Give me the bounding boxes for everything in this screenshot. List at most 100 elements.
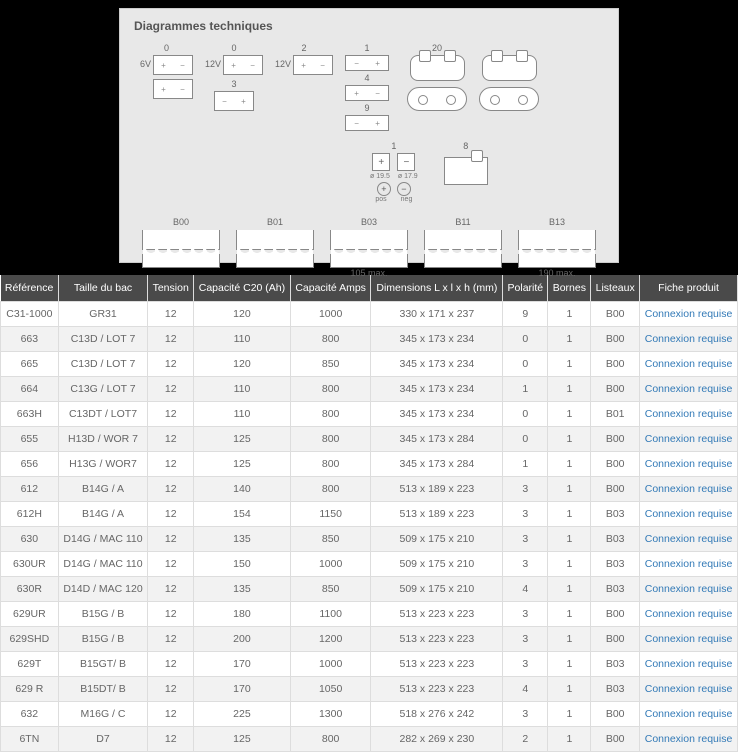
table-cell: 513 x 223 x 223 bbox=[371, 627, 503, 652]
product-sheet-cell: Connexion requise bbox=[640, 652, 738, 677]
table-cell: B03 bbox=[591, 577, 640, 602]
table-row: 612B14G / A12140800513 x 189 x 22331B00C… bbox=[1, 477, 738, 502]
table-cell: 630 bbox=[1, 527, 59, 552]
table-cell: 345 x 173 x 234 bbox=[371, 402, 503, 427]
diagram-row-bottom: B00 B01 B03 105 max. B11 B13 190 max. bbox=[134, 217, 604, 280]
table-cell: B00 bbox=[591, 452, 640, 477]
table-cell: 1100 bbox=[290, 602, 371, 627]
table-cell: 1000 bbox=[290, 302, 371, 327]
table-row: 629 RB15DT/ B121701050513 x 223 x 22341B… bbox=[1, 677, 738, 702]
login-required-link[interactable]: Connexion requise bbox=[645, 583, 733, 595]
table-cell: 12 bbox=[148, 377, 194, 402]
table-cell: 345 x 173 x 284 bbox=[371, 452, 503, 477]
table-cell: 518 x 276 x 242 bbox=[371, 702, 503, 727]
table-cell: 0 bbox=[503, 402, 548, 427]
plate-icon bbox=[407, 87, 467, 111]
table-cell: 200 bbox=[194, 627, 291, 652]
table-cell: 1 bbox=[548, 352, 591, 377]
login-required-link[interactable]: Connexion requise bbox=[645, 383, 733, 395]
table-cell: 1 bbox=[548, 327, 591, 352]
table-cell: 12 bbox=[148, 527, 194, 552]
table-cell: 12 bbox=[148, 702, 194, 727]
table-cell: 345 x 173 x 284 bbox=[371, 427, 503, 452]
table-cell: 110 bbox=[194, 377, 291, 402]
table-cell: 9 bbox=[503, 302, 548, 327]
login-required-link[interactable]: Connexion requise bbox=[645, 433, 733, 445]
table-row: 629TB15GT/ B121701000513 x 223 x 22331B0… bbox=[1, 652, 738, 677]
login-required-link[interactable]: Connexion requise bbox=[645, 683, 733, 695]
profile-b11: B11 bbox=[424, 217, 502, 280]
table-cell: 1200 bbox=[290, 627, 371, 652]
table-cell: 12 bbox=[148, 577, 194, 602]
table-cell: 12 bbox=[148, 652, 194, 677]
table-cell: 1 bbox=[548, 427, 591, 452]
table-cell: 800 bbox=[290, 727, 371, 752]
table-cell: 800 bbox=[290, 427, 371, 452]
table-cell: 663 bbox=[1, 327, 59, 352]
profile-b01: B01 bbox=[236, 217, 314, 280]
profile-b03: B03 105 max. bbox=[330, 217, 408, 280]
table-cell: 629 R bbox=[1, 677, 59, 702]
table-row: 612HB14G / A121541150513 x 189 x 22331B0… bbox=[1, 502, 738, 527]
column-header: Fiche produit bbox=[640, 275, 738, 302]
table-cell: B03 bbox=[591, 552, 640, 577]
table-cell: B03 bbox=[591, 677, 640, 702]
table-row: 663HC13DT / LOT712110800345 x 173 x 2340… bbox=[1, 402, 738, 427]
table-cell: D7 bbox=[58, 727, 148, 752]
table-cell: 12 bbox=[148, 452, 194, 477]
table-cell: 4 bbox=[503, 577, 548, 602]
login-required-link[interactable]: Connexion requise bbox=[645, 308, 733, 320]
login-required-link[interactable]: Connexion requise bbox=[645, 333, 733, 345]
table-cell: 1 bbox=[548, 402, 591, 427]
login-required-link[interactable]: Connexion requise bbox=[645, 633, 733, 645]
table-cell: B00 bbox=[591, 702, 640, 727]
login-required-link[interactable]: Connexion requise bbox=[645, 483, 733, 495]
table-cell: 1000 bbox=[290, 552, 371, 577]
product-sheet-cell: Connexion requise bbox=[640, 477, 738, 502]
diagram-cell: 0 12V +− 3 −+ bbox=[205, 43, 263, 131]
table-cell: 612 bbox=[1, 477, 59, 502]
table-cell: 1 bbox=[548, 552, 591, 577]
table-cell: 509 x 175 x 210 bbox=[371, 552, 503, 577]
table-cell: B00 bbox=[591, 377, 640, 402]
diagram-row-top: 0 6V +− 6V +− 0 12V +− 3 −+ 2 12V +− bbox=[134, 41, 604, 133]
table-cell: 1 bbox=[548, 702, 591, 727]
table-cell: B15DT/ B bbox=[58, 677, 148, 702]
login-required-link[interactable]: Connexion requise bbox=[645, 508, 733, 520]
table-cell: 612H bbox=[1, 502, 59, 527]
product-sheet-cell: Connexion requise bbox=[640, 452, 738, 477]
table-cell: 850 bbox=[290, 352, 371, 377]
table-row: 630D14G / MAC 11012135850509 x 175 x 210… bbox=[1, 527, 738, 552]
table-cell: 664 bbox=[1, 377, 59, 402]
product-sheet-cell: Connexion requise bbox=[640, 727, 738, 752]
login-required-link[interactable]: Connexion requise bbox=[645, 658, 733, 670]
table-cell: 125 bbox=[194, 452, 291, 477]
login-required-link[interactable]: Connexion requise bbox=[645, 358, 733, 370]
table-cell: 663H bbox=[1, 402, 59, 427]
login-required-link[interactable]: Connexion requise bbox=[645, 558, 733, 570]
table-cell: 1300 bbox=[290, 702, 371, 727]
login-required-link[interactable]: Connexion requise bbox=[645, 408, 733, 420]
table-cell: 12 bbox=[148, 602, 194, 627]
login-required-link[interactable]: Connexion requise bbox=[645, 733, 733, 745]
diagram-row-polarity: 1 + − ø 19.5 ø 17.9 + − pos neg 8 bbox=[134, 139, 604, 205]
table-cell: 12 bbox=[148, 477, 194, 502]
table-cell: C13D / LOT 7 bbox=[58, 352, 148, 377]
table-cell: 125 bbox=[194, 727, 291, 752]
table-cell: 800 bbox=[290, 402, 371, 427]
table-cell: 1050 bbox=[290, 677, 371, 702]
login-required-link[interactable]: Connexion requise bbox=[645, 708, 733, 720]
profile-icon bbox=[424, 230, 502, 250]
table-body: C31-1000GR31121201000330 x 171 x 23791B0… bbox=[1, 302, 738, 752]
table-cell: 120 bbox=[194, 302, 291, 327]
terminal-icon bbox=[482, 55, 537, 81]
login-required-link[interactable]: Connexion requise bbox=[645, 608, 733, 620]
login-required-link[interactable]: Connexion requise bbox=[645, 458, 733, 470]
login-required-link[interactable]: Connexion requise bbox=[645, 533, 733, 545]
connector-icon bbox=[444, 157, 488, 185]
table-row: 6TND712125800282 x 269 x 23021B00Connexi… bbox=[1, 727, 738, 752]
profile-icon bbox=[518, 230, 596, 250]
product-sheet-cell: Connexion requise bbox=[640, 677, 738, 702]
table-cell: 1 bbox=[548, 452, 591, 477]
wave-icon bbox=[236, 254, 314, 268]
